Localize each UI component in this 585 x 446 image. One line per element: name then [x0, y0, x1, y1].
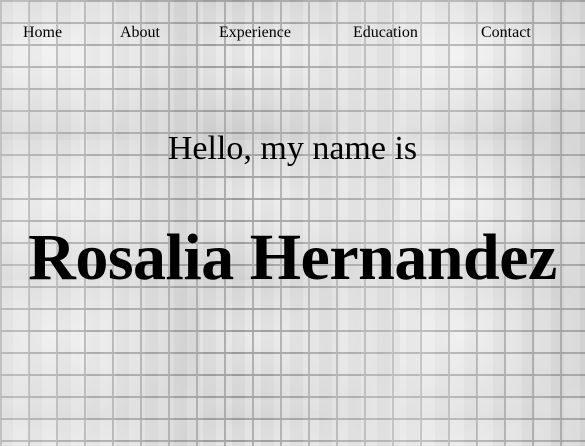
nav-link-experience[interactable]: Experience [219, 24, 291, 42]
hero-greeting: Hello, my name is [167, 130, 418, 167]
main-nav: Home About Experience Education Contact [0, 24, 585, 46]
nav-link-home[interactable]: Home [23, 24, 62, 42]
nav-link-education[interactable]: Education [353, 24, 418, 42]
nav-link-contact[interactable]: Contact [481, 24, 531, 42]
hero-name: Rosalia Hernandez [28, 221, 557, 294]
nav-link-about[interactable]: About [120, 24, 160, 42]
